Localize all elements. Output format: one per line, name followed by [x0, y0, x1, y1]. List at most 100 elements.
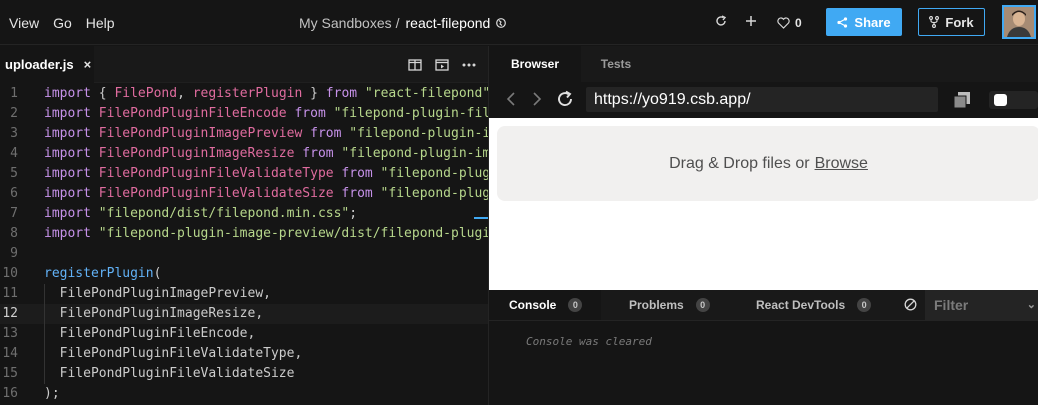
code-token: ); [44, 386, 60, 401]
code-token: from [294, 106, 326, 121]
file-tab-uploader[interactable]: uploader.js × [0, 46, 94, 83]
line-number: 1 [10, 86, 18, 101]
more-icon[interactable] [462, 63, 476, 67]
code-line[interactable]: 14 FilePondPluginFileValidateType, [0, 344, 488, 364]
code-token: import [44, 166, 91, 181]
code-token: import [44, 106, 91, 121]
copy-icon[interactable] [953, 91, 971, 114]
top-bar: View Go Help My Sandboxes / react-filepo… [0, 0, 1038, 45]
code-line[interactable]: 5 import FilePondPluginFileValidateType f… [0, 164, 488, 184]
back-icon[interactable] [506, 91, 516, 112]
code-token: FilePondPluginImageResize [90, 146, 303, 161]
code-token: "filepond-plugin-file-validate-type" [380, 166, 488, 181]
tab-react-devtools[interactable]: React DevTools 0 [756, 290, 872, 320]
code-token: import [44, 126, 91, 141]
tab-problems-label: Problems [629, 298, 684, 312]
fork-button[interactable]: Fork [918, 8, 985, 36]
console-output: Console was cleared [489, 320, 1038, 405]
code-token: registerPlugin [44, 266, 154, 281]
tab-tests[interactable]: Tests [581, 46, 651, 82]
code-token: { [90, 86, 115, 101]
code-token: "react-filepond" [357, 86, 488, 101]
address-bar: https://yo919.csb.app/ [489, 82, 1038, 118]
code-line[interactable]: 1 import { FilePond, registerPlugin } fro… [0, 84, 488, 104]
filepond-dropzone[interactable]: Drag & Drop files or Browse [497, 126, 1038, 201]
line-number: 2 [10, 106, 18, 121]
menu-help[interactable]: Help [86, 15, 115, 31]
code-token: "filepond/dist/filepond.min.css" [90, 206, 350, 221]
problems-count-badge: 0 [695, 298, 710, 312]
tab-browser[interactable]: Browser [489, 46, 581, 82]
menu-view[interactable]: View [9, 15, 39, 31]
code-token: import [44, 186, 91, 201]
code-token: "filepond-plugin-file-validate-size" [380, 186, 488, 201]
code-token: FilePondPluginFileValidateSize [44, 366, 295, 381]
line-number: 16 [2, 386, 18, 401]
tab-console-label: Console [509, 298, 557, 312]
reload-icon[interactable] [556, 90, 574, 113]
code-line[interactable]: 7 import "filepond/dist/filepond.min.css"… [0, 204, 488, 224]
code-token: FilePondPluginFileValidateType, [44, 346, 303, 361]
line-number: 9 [10, 246, 18, 261]
code-token: from [310, 126, 342, 141]
url-input[interactable]: https://yo919.csb.app/ [586, 87, 938, 112]
line-number: 10 [2, 266, 18, 281]
code-line[interactable]: 2 import FilePondPluginFileEncode from "f… [0, 104, 488, 124]
line-number: 4 [10, 146, 18, 161]
menu-bar: View Go Help [0, 0, 129, 45]
clear-console-icon[interactable] [904, 298, 917, 316]
code-line[interactable]: 15 FilePondPluginFileValidateSize [0, 364, 488, 384]
preview-pane: Browser Tests https://yo919.csb.app/ Dra… [489, 46, 1038, 405]
browse-link[interactable]: Browse [815, 155, 868, 173]
console-filter-input[interactable]: Filter ⌄ [925, 290, 1038, 320]
user-avatar-icon [1004, 7, 1034, 37]
code-text: import "filepond-plugin-image-preview/di… [44, 224, 488, 244]
code-line[interactable]: 11 FilePondPluginImagePreview, [0, 284, 488, 304]
refresh-icon[interactable] [715, 15, 727, 27]
share-button[interactable]: Share [826, 8, 902, 36]
code-line[interactable]: 16); [0, 384, 488, 404]
avatar[interactable] [1002, 5, 1036, 39]
breadcrumb-my-sandboxes[interactable]: My Sandboxes [299, 15, 392, 31]
menu-go[interactable]: Go [53, 15, 72, 31]
line-number: 15 [2, 366, 18, 381]
forward-icon[interactable] [532, 91, 542, 112]
close-icon[interactable]: × [84, 57, 92, 72]
line-number: 5 [10, 166, 18, 181]
chevron-down-icon[interactable]: ⌄ [1027, 290, 1036, 320]
tab-react-devtools-label: React DevTools [756, 298, 846, 312]
split-view-icon[interactable] [408, 58, 422, 71]
code-text: FilePondPluginImagePreview, [44, 284, 271, 304]
sandbox-name[interactable]: react-filepond [406, 15, 491, 31]
code-token: FilePondPluginFileValidateSize [90, 186, 342, 201]
line-number: 14 [2, 346, 18, 361]
code-line[interactable]: 13 FilePondPluginFileEncode, [0, 324, 488, 344]
plus-icon[interactable] [745, 15, 757, 27]
code-line[interactable]: 12 FilePondPluginImageResize, [0, 304, 488, 324]
code-text: import "filepond/dist/filepond.min.css"; [44, 204, 357, 224]
code-token: from [302, 146, 334, 161]
tab-console[interactable]: Console 0 [489, 290, 601, 320]
code-token: import [44, 146, 91, 161]
preview-icon[interactable] [435, 58, 449, 71]
code-text: ); [44, 384, 60, 404]
code-line[interactable]: 10 registerPlugin( [0, 264, 488, 284]
code-line[interactable]: 6 import FilePondPluginFileValidateSize f… [0, 184, 488, 204]
code-token: "filepond-plugin-file-encode" [333, 106, 488, 121]
line-number: 6 [10, 186, 18, 201]
code-line[interactable]: 3 import FilePondPluginImagePreview from … [0, 124, 488, 144]
code-line[interactable]: 4 import FilePondPluginImageResize from "… [0, 144, 488, 164]
like-button[interactable]: 0 [777, 0, 802, 45]
code-token: FilePond [114, 86, 178, 101]
code-token: registerPlugin [192, 86, 303, 101]
devtools-count-badge: 0 [857, 298, 872, 312]
code-text: FilePondPluginFileEncode, [44, 324, 256, 344]
code-text: FilePondPluginFileValidateType, [44, 344, 303, 364]
code-line[interactable]: 9 [0, 244, 488, 264]
line-number: 13 [2, 326, 18, 341]
tab-problems[interactable]: Problems 0 [629, 290, 710, 320]
filter-placeholder: Filter [934, 297, 969, 313]
code-line[interactable]: 8 import "filepond-plugin-image-preview/d… [0, 224, 488, 244]
code-content[interactable]: 1 import { FilePond, registerPlugin } fro… [0, 84, 488, 405]
theme-toggle[interactable] [989, 91, 1038, 109]
